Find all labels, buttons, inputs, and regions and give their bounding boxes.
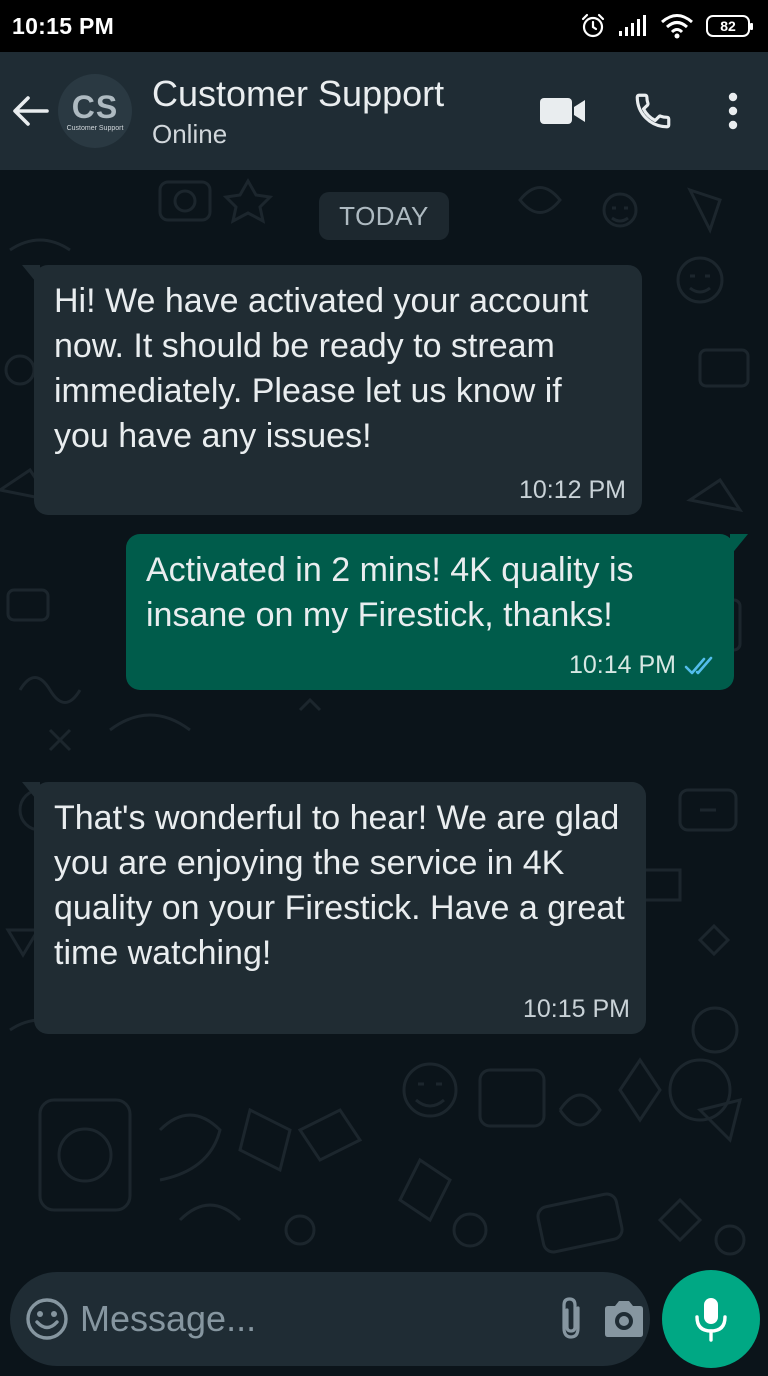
contact-status: Online [152, 118, 228, 149]
message-time: 10:14 PM [568, 651, 676, 679]
contact-info[interactable]: Customer Support Online [152, 73, 518, 150]
message-input[interactable] [70, 1289, 545, 1349]
emoji-button[interactable] [24, 1272, 70, 1366]
more-options-button[interactable] [698, 71, 768, 151]
message-time: 10:15 PM [522, 995, 630, 1023]
battery-indicator: 82 [706, 15, 753, 37]
header-actions [518, 71, 768, 151]
composer [10, 1272, 650, 1366]
read-receipt-icon [684, 656, 713, 674]
wifi-icon [661, 14, 693, 39]
signal-icon [619, 15, 646, 36]
date-chip: TODAY [319, 192, 449, 240]
message-text: That's wonderful to hear! We are glad yo… [54, 799, 625, 972]
chat-area[interactable]: TODAY Hi! We have activated your account… [0, 170, 768, 1270]
mic-icon [695, 1298, 727, 1342]
bubble-tail [22, 265, 40, 287]
video-call-button[interactable] [518, 71, 608, 151]
input-bar [0, 1270, 768, 1376]
status-time: 10:15 PM [12, 12, 115, 39]
video-call-icon [540, 98, 585, 124]
message-meta: 10:14 PM [569, 651, 718, 680]
attach-button[interactable] [545, 1272, 598, 1366]
message-incoming[interactable]: That's wonderful to hear! We are glad yo… [34, 782, 646, 1034]
avatar-initials: CS [71, 88, 119, 125]
emoji-icon [26, 1298, 68, 1340]
message-time: 10:12 PM [518, 476, 626, 504]
voice-message-button[interactable] [662, 1270, 760, 1368]
status-icons: 82 [580, 13, 753, 39]
message-text: Activated in 2 mins! 4K quality is insan… [146, 551, 634, 634]
bubble-tail [22, 782, 40, 804]
camera-button[interactable] [598, 1272, 651, 1366]
voice-call-button[interactable] [608, 71, 698, 151]
back-button[interactable] [2, 52, 58, 170]
message-text: Hi! We have activated your account now. … [54, 282, 589, 455]
message-outgoing[interactable]: Activated in 2 mins! 4K quality is insan… [126, 534, 734, 690]
message-meta: 10:12 PM [519, 476, 626, 505]
chat-header: CS Customer Support Customer Support Onl… [0, 52, 768, 170]
avatar[interactable]: CS Customer Support [58, 74, 132, 148]
alarm-icon [581, 13, 605, 38]
message-meta: 10:15 PM [523, 995, 630, 1024]
phone-icon [635, 93, 671, 129]
bubble-tail [730, 534, 748, 556]
attach-icon [562, 1297, 580, 1339]
back-arrow-icon [13, 96, 49, 126]
contact-name: Customer Support [152, 72, 445, 114]
message-incoming[interactable]: Hi! We have activated your account now. … [34, 265, 642, 515]
camera-icon [604, 1301, 643, 1337]
more-options-icon [728, 92, 738, 130]
status-bar: 10:15 PM 82 [0, 0, 768, 52]
avatar-subtitle: Customer Support [66, 124, 124, 132]
